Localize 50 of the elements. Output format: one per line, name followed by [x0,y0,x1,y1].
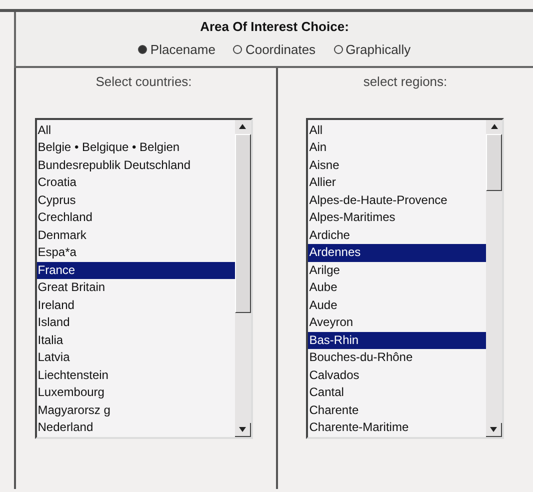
list-item[interactable]: Latvia [36,349,235,366]
list-item[interactable]: Alpes-Maritimes [308,209,486,226]
list-item[interactable]: Magyarorsz g [36,402,235,419]
scroll-down-icon[interactable] [486,422,502,436]
list-item[interactable]: Arilge [308,262,486,279]
scrollbar[interactable] [486,120,502,436]
radio-option[interactable]: Placename [138,40,216,59]
list-item[interactable]: Ain [308,139,486,156]
list-item[interactable]: Ardiche [308,226,486,244]
list-item[interactable]: Aube [308,279,486,296]
list-item[interactable]: Croatia [36,174,235,192]
list-item[interactable]: Nederland [36,419,235,436]
list-item[interactable]: Cyprus [36,192,235,209]
list-item[interactable]: Calvados [308,366,486,384]
list-item[interactable]: France [36,262,235,279]
list-item[interactable]: Great Britain [36,279,235,296]
scroll-down-icon[interactable] [234,422,251,436]
list-item[interactable]: Bouches-du-Rhône [308,349,486,366]
list-item[interactable]: Belgie • Belgique • Belgien [36,139,235,156]
list-item[interactable]: Alpes-de-Haute-Provence [308,192,486,209]
list-item[interactable]: Allier [308,174,486,192]
list-item[interactable]: Espa*a [36,244,235,262]
list-box[interactable]: All Belgie • Belgique • Belgien Bundesrepublik Deutschland Croatia Cyprus Crechland Denmark Espa*a France Great Britain Ireland Island Italia Latvia Liechtenstein Luxembourg Magyarorsz g Nederland [34,118,253,438]
list-item[interactable]: Ardennes [308,244,486,262]
list-item[interactable]: Bundesrepublik Deutschland [36,156,235,174]
list-item[interactable]: Aisne [308,156,486,174]
list-item[interactable]: Denmark [36,226,235,244]
radio-option[interactable]: Graphically [334,40,411,59]
list-item[interactable]: Ireland [36,296,235,314]
list-item[interactable]: Bas-Rhin [308,332,486,349]
list-item[interactable]: Luxembourg [36,384,235,402]
panel-heading: select regions: [363,73,448,91]
list-item[interactable]: Charente-Maritime [308,419,486,436]
list-item[interactable]: Italia [36,332,235,349]
scroll-thumb[interactable] [234,134,251,313]
scrollbar[interactable] [234,120,251,436]
section-title: Area Of Interest Choice: [200,18,349,36]
scroll-thumb[interactable] [486,134,502,192]
radio-option[interactable]: Coordinates [233,40,316,59]
list-item[interactable]: Aude [308,296,486,314]
list-item[interactable]: Cantal [308,384,486,402]
list-box[interactable]: All Ain Aisne Allier Alpes-de-Haute-Provence Alpes-Maritimes Ardiche Ardennes Arilge Aube Aude Aveyron Bas-Rhin Bouches-du-Rhône Calvados Cantal Charente Charente-Maritime [306,118,504,438]
list-item[interactable]: Aveyron [308,314,486,332]
list-item[interactable]: Island [36,314,235,332]
list-item[interactable]: Charente [308,402,486,419]
list-item[interactable]: Crechland [36,209,235,226]
list-item[interactable]: Liechtenstein [36,366,235,384]
panel-heading: Select countries: [96,73,192,91]
list-item[interactable]: All [36,122,235,139]
list-item[interactable]: All [308,122,486,139]
